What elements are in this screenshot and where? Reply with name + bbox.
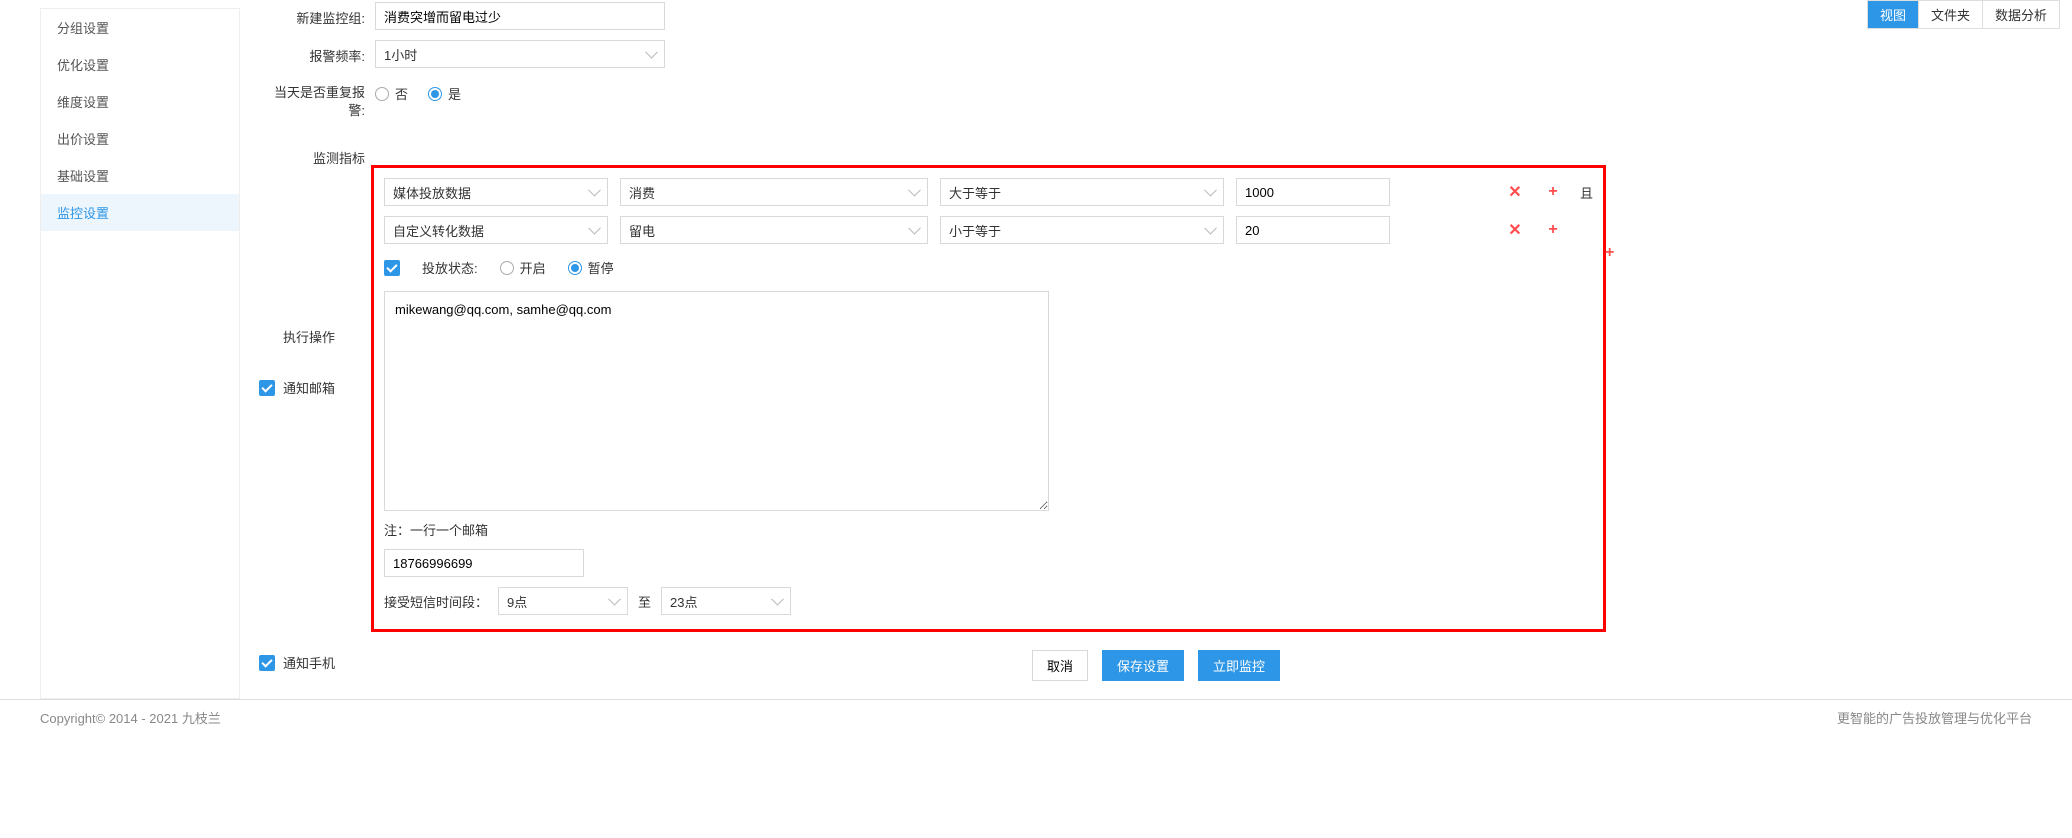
sidebar-item-optimize[interactable]: 优化设置 bbox=[41, 46, 239, 83]
label-alarm-freq: 报警频率: bbox=[260, 40, 375, 65]
select-op-1[interactable]: 小于等于 bbox=[940, 216, 1224, 244]
slogan: 更智能的广告投放管理与优化平台 bbox=[1837, 708, 2032, 727]
label-to: 至 bbox=[638, 592, 651, 611]
and-label: 且 bbox=[1580, 183, 1593, 202]
radio-button-icon bbox=[375, 87, 389, 101]
metric-row-0: 媒体投放数据 消费 大于等于 ✕ + 且 bbox=[384, 178, 1593, 206]
label-exec-action: 执行操作 bbox=[230, 321, 345, 346]
sidebar: 分组设置 优化设置 维度设置 出价设置 基础设置 监控设置 bbox=[40, 8, 240, 699]
select-field-0[interactable]: 消费 bbox=[620, 178, 928, 206]
select-source-0[interactable]: 媒体投放数据 bbox=[384, 178, 608, 206]
label-sms-time: 接受短信时间段： bbox=[384, 592, 488, 611]
sidebar-item-basic[interactable]: 基础设置 bbox=[41, 157, 239, 194]
input-value-0[interactable] bbox=[1236, 178, 1390, 206]
textarea-email[interactable] bbox=[384, 291, 1049, 511]
monitor-button[interactable]: 立即监控 bbox=[1198, 650, 1280, 681]
radio-button-icon bbox=[500, 261, 514, 275]
select-op-0[interactable]: 大于等于 bbox=[940, 178, 1224, 206]
select-alarm-freq[interactable]: 1小时 bbox=[375, 40, 665, 68]
sidebar-item-monitor[interactable]: 监控设置 bbox=[41, 194, 239, 231]
highlight-box: 媒体投放数据 消费 大于等于 ✕ + 且 自定义转化数据 留电 小于等于 ✕ bbox=[371, 165, 1606, 632]
radio-status-open[interactable]: 开启 bbox=[500, 258, 546, 277]
input-new-group[interactable] bbox=[375, 2, 665, 30]
copyright: Copyright© 2014 - 2021 九枝兰 bbox=[40, 708, 221, 727]
input-phone[interactable] bbox=[384, 549, 584, 577]
cancel-button[interactable]: 取消 bbox=[1032, 650, 1088, 681]
radio-button-icon bbox=[428, 87, 442, 101]
label-status: 投放状态: bbox=[422, 258, 478, 277]
radio-repeat-yes[interactable]: 是 bbox=[428, 84, 461, 103]
checkbox-email[interactable] bbox=[259, 380, 275, 396]
sidebar-item-bid[interactable]: 出价设置 bbox=[41, 120, 239, 157]
plus-icon[interactable]: + bbox=[1544, 221, 1562, 239]
label-repeat-alarm: 当天是否重复报警: bbox=[260, 78, 375, 120]
radio-button-icon bbox=[568, 261, 582, 275]
select-field-1[interactable]: 留电 bbox=[620, 216, 928, 244]
label-notify-email: 通知邮箱 bbox=[283, 378, 335, 397]
sidebar-item-dimension[interactable]: 维度设置 bbox=[41, 83, 239, 120]
plus-group-icon[interactable]: + bbox=[1605, 244, 1614, 262]
checkbox-phone[interactable] bbox=[259, 655, 275, 671]
label-metrics: 监测指标 bbox=[260, 130, 375, 167]
note-email: 注：一行一个邮箱 bbox=[384, 520, 1593, 539]
footer: Copyright© 2014 - 2021 九枝兰 更智能的广告投放管理与优化… bbox=[0, 699, 2072, 735]
radio-repeat-no[interactable]: 否 bbox=[375, 84, 408, 103]
label-new-group: 新建监控组: bbox=[260, 2, 375, 27]
select-sms-from[interactable]: 9点 bbox=[498, 587, 628, 615]
delete-icon[interactable]: ✕ bbox=[1506, 182, 1524, 202]
metric-row-1: 自定义转化数据 留电 小于等于 ✕ + 且 bbox=[384, 216, 1593, 244]
delete-icon[interactable]: ✕ bbox=[1506, 220, 1524, 240]
label-notify-phone: 通知手机 bbox=[283, 653, 335, 672]
select-sms-to[interactable]: 23点 bbox=[661, 587, 791, 615]
radio-status-pause[interactable]: 暂停 bbox=[568, 258, 614, 277]
select-source-1[interactable]: 自定义转化数据 bbox=[384, 216, 608, 244]
plus-icon[interactable]: + bbox=[1544, 183, 1562, 201]
main-form: 新建监控组: 报警频率: 1小时 当天是否重复报警: 否 是 监测指标 媒体投放… bbox=[240, 2, 2072, 699]
sidebar-item-group[interactable]: 分组设置 bbox=[41, 9, 239, 46]
checkbox-exec[interactable] bbox=[384, 260, 400, 276]
input-value-1[interactable] bbox=[1236, 216, 1390, 244]
save-button[interactable]: 保存设置 bbox=[1102, 650, 1184, 681]
